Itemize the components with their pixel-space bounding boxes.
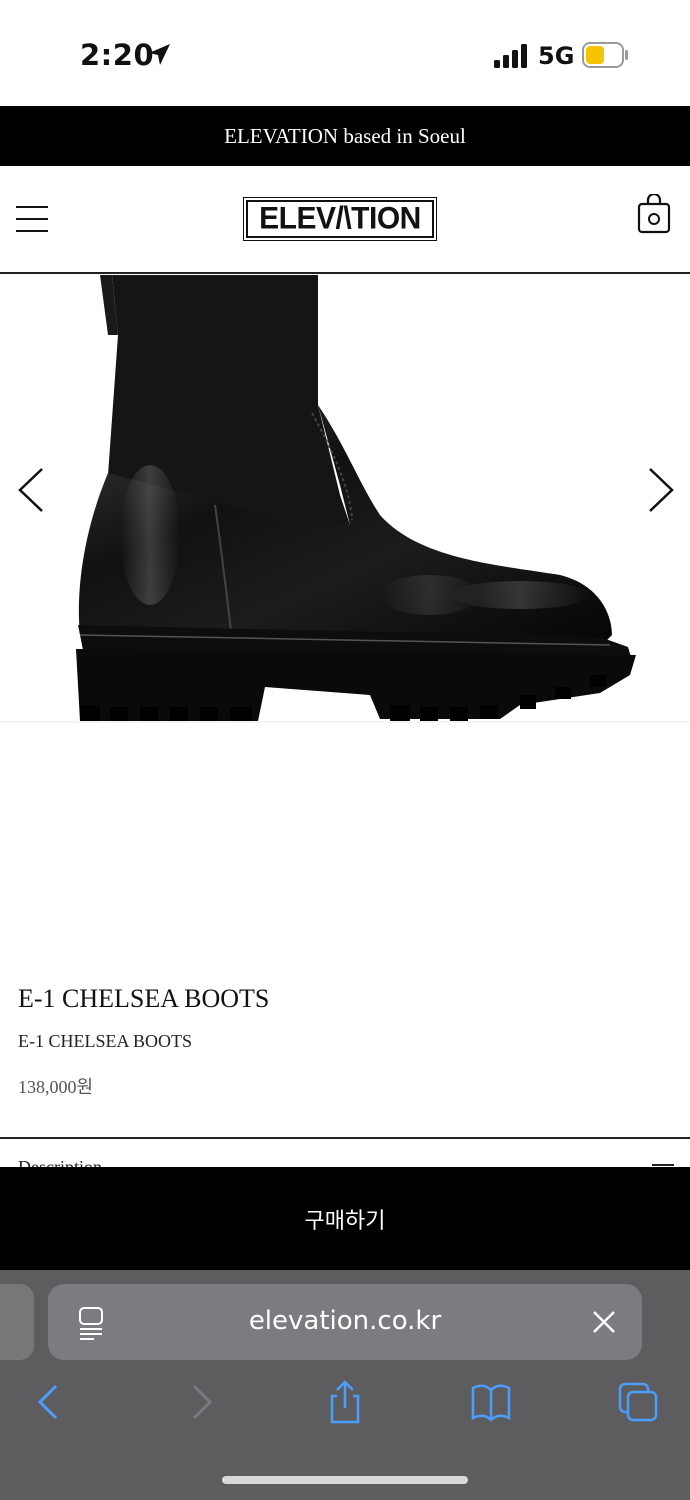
status-bar: 2:20 5G: [0, 0, 690, 106]
logo-text: ELEV/\TION: [259, 201, 421, 236]
tabs-icon[interactable]: [616, 1380, 660, 1424]
product-subtitle: E-1 CHELSEA BOOTS: [18, 1031, 193, 1051]
announcement-text: ELEVATION based in Soeul: [224, 123, 466, 148]
collapse-icon[interactable]: [652, 1164, 674, 1166]
shopping-bag-icon[interactable]: [636, 194, 672, 234]
forward-icon[interactable]: [178, 1380, 222, 1424]
description-label: Description: [18, 1157, 102, 1167]
brand-logo[interactable]: ELEV/\TION: [243, 197, 437, 241]
back-icon[interactable]: [28, 1380, 72, 1424]
share-icon[interactable]: [323, 1380, 367, 1424]
location-arrow-icon: [149, 44, 170, 65]
buy-button-label: 구매하기: [304, 1208, 386, 1234]
site-header: ELEV/\TION: [0, 166, 690, 274]
browser-toolbar: elevation.co.kr: [0, 1270, 690, 1500]
battery-icon: [582, 42, 628, 68]
signal-bars-icon: [494, 44, 527, 68]
url-text: elevation.co.kr: [248, 1306, 442, 1336]
clear-icon[interactable]: [592, 1310, 616, 1334]
home-indicator: [222, 1476, 468, 1484]
product-name: E-1 CHELSEA BOOTS: [18, 984, 270, 1013]
chevron-left-icon[interactable]: [12, 465, 52, 515]
hamburger-menu-icon[interactable]: [16, 202, 50, 236]
status-time: 2:20: [80, 38, 155, 72]
buy-button[interactable]: 구매하기: [0, 1167, 690, 1270]
previous-tab-preview[interactable]: [0, 1284, 34, 1360]
product-gallery[interactable]: [0, 275, 690, 955]
description-accordion[interactable]: Description: [0, 1139, 690, 1167]
product-image: [0, 275, 690, 723]
bookmarks-icon[interactable]: [469, 1380, 513, 1424]
address-bar[interactable]: elevation.co.kr: [48, 1284, 642, 1360]
product-price: 138,000원: [18, 1077, 94, 1097]
chevron-right-icon[interactable]: [640, 465, 680, 515]
network-type: 5G: [538, 42, 575, 70]
announcement-bar: ELEVATION based in Soeul: [0, 106, 690, 166]
